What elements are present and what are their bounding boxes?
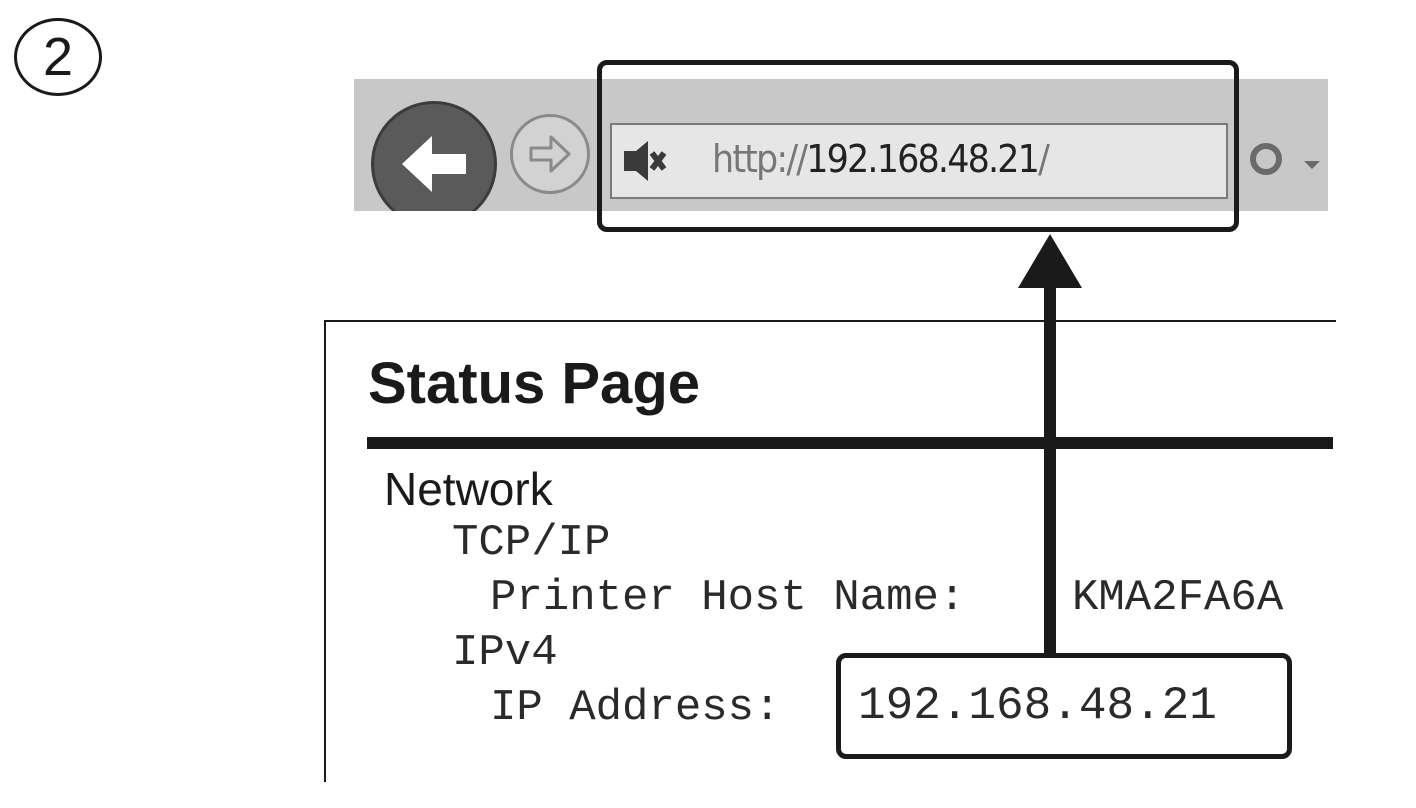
ipv4-label: IPv4 xyxy=(452,628,558,678)
step-number: 2 xyxy=(42,27,74,87)
ip-address-label: IP Address: xyxy=(490,683,781,733)
title-divider xyxy=(367,437,1333,449)
forward-button[interactable] xyxy=(510,114,590,194)
back-button[interactable] xyxy=(371,101,497,211)
network-section-heading: Network xyxy=(384,463,553,515)
forward-arrow-icon xyxy=(529,135,571,173)
url-highlight-frame xyxy=(597,60,1239,232)
search-icon[interactable] xyxy=(1246,141,1326,181)
connector-arrow-icon xyxy=(1018,234,1082,655)
page-title: Status Page xyxy=(368,351,700,416)
ip-highlight-frame xyxy=(836,653,1292,759)
step-number-badge: 2 xyxy=(14,18,102,96)
back-arrow-icon xyxy=(402,136,466,192)
printer-host-name-label: Printer Host Name: xyxy=(490,573,966,623)
tcpip-label: TCP/IP xyxy=(452,518,611,568)
